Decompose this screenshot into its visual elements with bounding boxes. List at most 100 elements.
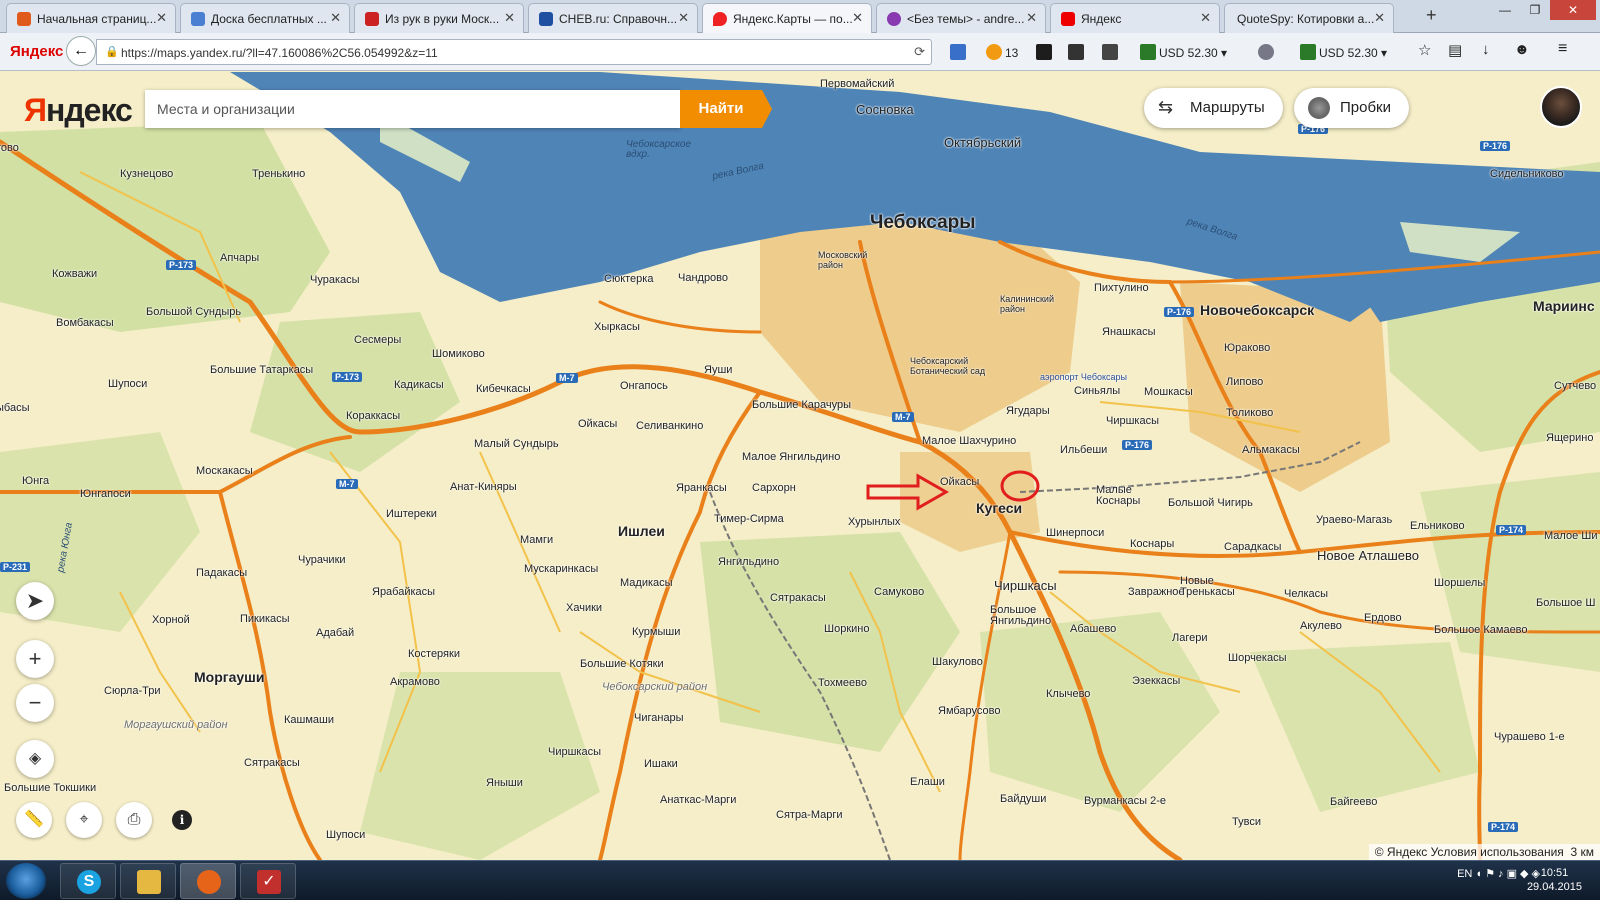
- window-controls: — ❐ ✕: [1490, 0, 1596, 20]
- map-label: Кибечкасы: [476, 383, 531, 395]
- favicon-icon: [365, 12, 379, 26]
- browser-tab-active[interactable]: Яндекс.Карты — по... ✕: [702, 3, 872, 33]
- map-label: Вомбакасы: [56, 317, 114, 329]
- traffic-button[interactable]: Пробки: [1294, 88, 1409, 128]
- browser-tab[interactable]: Яндекс ✕: [1050, 3, 1220, 33]
- mail-icon[interactable]: [950, 44, 969, 60]
- map-label: Абашево: [1070, 623, 1117, 635]
- map-label: Кашмаши: [284, 714, 334, 726]
- map-label: Малое Шахчурино: [922, 435, 1017, 447]
- map-label: Малое Янгильдино: [742, 451, 841, 463]
- map-label: Большие Котяки: [580, 658, 664, 670]
- map-label: Коснары: [1130, 538, 1175, 550]
- map-label: Чурачики: [298, 554, 346, 566]
- currency-widget[interactable]: USD 52.30 ▾: [1300, 44, 1387, 60]
- layers-icon[interactable]: ◈: [16, 740, 54, 778]
- close-tab-icon[interactable]: ✕: [1026, 10, 1037, 26]
- map-label: Сархорн: [752, 482, 796, 494]
- clock[interactable]: 10:51 29.04.2015: [1527, 866, 1582, 894]
- address-bar[interactable]: 🔒 https://maps.yandex.ru/?ll=47.160086%2…: [96, 39, 932, 65]
- back-arrow-icon[interactable]: ←: [66, 36, 96, 66]
- extension-icon[interactable]: [1068, 44, 1087, 60]
- extension-icon[interactable]: [1036, 44, 1055, 60]
- favicon-icon: [887, 12, 901, 26]
- zoom-in-button[interactable]: +: [16, 640, 54, 678]
- map-label: Юнгапоси: [80, 488, 131, 500]
- browser-tab[interactable]: Доска бесплатных ... ✕: [180, 3, 350, 33]
- map-label: Тувси: [1232, 816, 1261, 828]
- zoom-out-button[interactable]: −: [16, 684, 54, 722]
- map-label: Большие Карачуры: [752, 399, 852, 411]
- taskbar-app-skype[interactable]: S: [60, 863, 116, 899]
- new-tab-button[interactable]: +: [1426, 5, 1437, 26]
- download-icon[interactable]: ↓: [1482, 41, 1490, 58]
- chart-icon: [1300, 44, 1316, 60]
- yandex-browser-logo[interactable]: Яндекс: [10, 43, 63, 60]
- close-tab-icon[interactable]: ✕: [852, 10, 863, 26]
- browser-tab[interactable]: QuoteSpy: Котировки а... ✕: [1224, 3, 1394, 33]
- close-tab-icon[interactable]: ✕: [504, 10, 515, 26]
- map-label: Шакулово: [932, 656, 983, 668]
- browser-tab[interactable]: Начальная страниц... ✕: [6, 3, 176, 33]
- map-label: Ойкасы: [940, 476, 980, 488]
- menu-icon[interactable]: ≡: [1558, 40, 1567, 58]
- currency-widget[interactable]: USD 52.30 ▾: [1140, 44, 1227, 60]
- taskbar-app-firefox[interactable]: [180, 863, 236, 899]
- lock-icon: 🔒: [105, 46, 119, 58]
- taskbar-app-explorer[interactable]: [120, 863, 176, 899]
- cloud-icon[interactable]: [1258, 44, 1277, 60]
- map-label-district: Моргаушский район: [124, 719, 228, 731]
- map-label: Акулево: [1300, 620, 1342, 632]
- tray-lang[interactable]: EN: [1457, 868, 1472, 880]
- bookmark-star-icon[interactable]: ☆: [1418, 41, 1431, 59]
- close-tab-icon[interactable]: ✕: [1200, 10, 1211, 26]
- map-label: Чебоксарский Ботанический сад: [910, 356, 986, 376]
- start-button[interactable]: [6, 863, 46, 899]
- browser-tab[interactable]: <Без темы> - andre... ✕: [876, 3, 1046, 33]
- map-label: Онгапось: [620, 380, 668, 392]
- reload-icon[interactable]: ⟳: [914, 44, 925, 60]
- search-input[interactable]: Места и организации: [145, 90, 680, 128]
- map-label: тово: [0, 142, 19, 154]
- skype-icon: S: [77, 870, 101, 894]
- map-label: Ягудары: [1006, 405, 1050, 417]
- find-button[interactable]: Найти: [680, 90, 772, 128]
- weather-widget[interactable]: 13: [986, 44, 1018, 60]
- map-label: Сюрла-Три: [104, 685, 161, 697]
- map-label: Челкасы: [1284, 588, 1329, 600]
- speaker-icon[interactable]: [1102, 44, 1121, 60]
- road-shield: P-176: [1164, 307, 1195, 317]
- user-avatar[interactable]: [1540, 86, 1582, 128]
- map-label: Тренькино: [252, 168, 306, 180]
- taskbar-app-paint[interactable]: ✓: [240, 863, 296, 899]
- map-label: Чиганары: [634, 712, 684, 724]
- close-tab-icon[interactable]: ✕: [678, 10, 689, 26]
- map-label: Большое Янгильдино: [990, 604, 1052, 627]
- ruler-icon[interactable]: 📏: [16, 802, 52, 838]
- panorama-icon[interactable]: ⌖: [66, 802, 102, 838]
- routes-button[interactable]: ⇆ Маршруты: [1144, 88, 1283, 128]
- browser-tab[interactable]: CHEB.ru: Справочн... ✕: [528, 3, 698, 33]
- reading-list-icon[interactable]: ▤: [1448, 41, 1462, 59]
- close-tab-icon[interactable]: ✕: [1374, 10, 1385, 26]
- close-tab-icon[interactable]: ✕: [156, 10, 167, 26]
- map-label: Сюктерка: [604, 273, 654, 285]
- map-label-town: Новое Атлашево: [1317, 548, 1419, 563]
- minimize-icon[interactable]: —: [1490, 0, 1520, 20]
- map-label: Мамги: [520, 534, 554, 546]
- chat-icon[interactable]: ☻: [1514, 41, 1530, 58]
- favicon-icon: [191, 12, 205, 26]
- yandex-logo[interactable]: Яндекс: [24, 92, 133, 129]
- map-canvas[interactable]: Чебоксары Новочебоксарск Кугеси Моргауши…: [0, 72, 1600, 860]
- window-close-icon[interactable]: ✕: [1550, 0, 1596, 20]
- maximize-icon[interactable]: ❐: [1520, 0, 1550, 20]
- geolocation-icon[interactable]: ➤: [16, 582, 54, 620]
- close-tab-icon[interactable]: ✕: [330, 10, 341, 26]
- browser-tab[interactable]: Из рук в руки Моск... ✕: [354, 3, 524, 33]
- map-label: Кожважи: [52, 268, 98, 280]
- map-label: Вурманкасы 2-е: [1084, 795, 1166, 807]
- print-icon[interactable]: ⎙: [116, 802, 152, 838]
- map-label: Кадикасы: [394, 379, 444, 391]
- copyright-bar: © Яндекс Условия использования 3 км: [1368, 844, 1600, 860]
- info-icon[interactable]: i: [172, 810, 192, 830]
